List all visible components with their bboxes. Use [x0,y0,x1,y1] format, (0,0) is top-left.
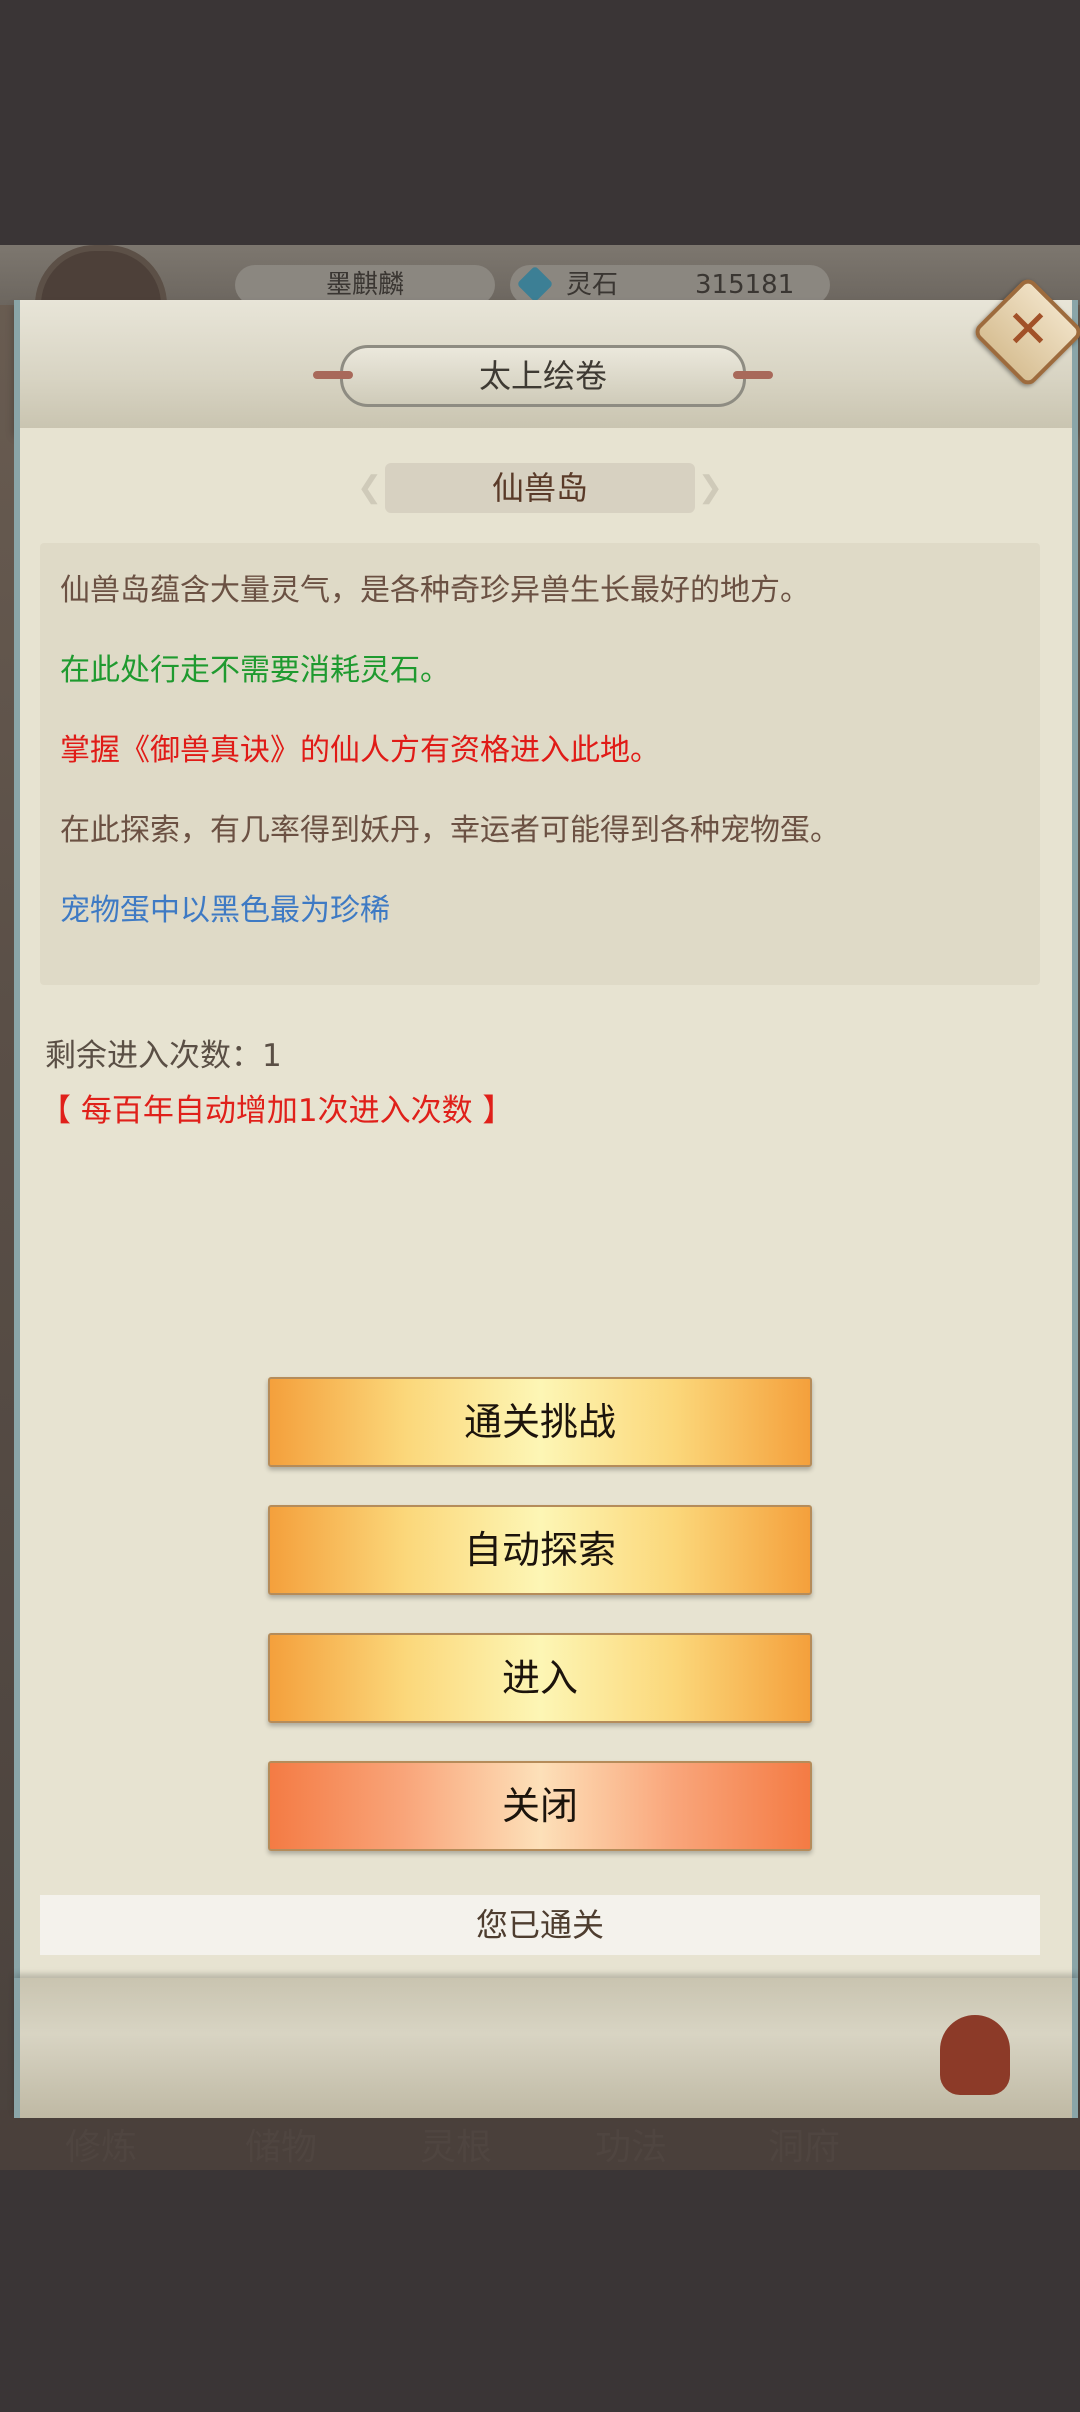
spirit-stone-icon [516,265,554,303]
description-line-5: 宠物蛋中以黑色最为珍稀 [60,893,390,928]
enter-button[interactable]: 进入 [268,1633,812,1723]
auto-explore-button[interactable]: 自动探索 [268,1505,812,1595]
remaining-entries: 剩余进入次数：1 [45,1038,282,1074]
challenge-button[interactable]: 通关挑战 [268,1377,812,1467]
location-title: 仙兽岛 [357,463,723,513]
dialog-title: 太上绘卷 [313,345,773,407]
cleared-status: 您已通关 [40,1895,1040,1955]
currency-display: 灵石 315181 [510,265,830,305]
nav-item-spirit-root: 灵根 [420,2127,493,2168]
description-line-1: 仙兽岛蕴含大量灵气，是各种奇珍异兽生长最好的地方。 [60,573,810,608]
scroll-bottom-roll [14,1978,1078,2118]
description-line-4: 在此探索，有几率得到妖丹，幸运者可能得到各种宠物蛋。 [60,813,840,848]
nav-item-cultivate: 修炼 [65,2127,138,2168]
player-name: 墨麒麟 [235,265,495,305]
wine-jar-icon [940,2015,1010,2095]
close-x-icon[interactable]: ✕ [988,292,1068,372]
currency-label: 灵石 [566,270,619,300]
auto-increase-note: 【 每百年自动增加1次进入次数 】 [40,1093,514,1129]
description-line-2: 在此处行走不需要消耗灵石。 [60,653,450,688]
nav-item-cave: 洞府 [768,2127,841,2168]
nav-item-storage: 储物 [245,2127,318,2168]
close-dialog-button[interactable]: 关闭 [268,1761,812,1851]
description-line-3: 掌握《御兽真诀》的仙人方有资格进入此地。 [60,733,660,768]
nav-item-technique: 功法 [595,2127,668,2168]
background-bottom-nav [0,2110,1080,2170]
currency-value: 315181 [695,270,795,300]
